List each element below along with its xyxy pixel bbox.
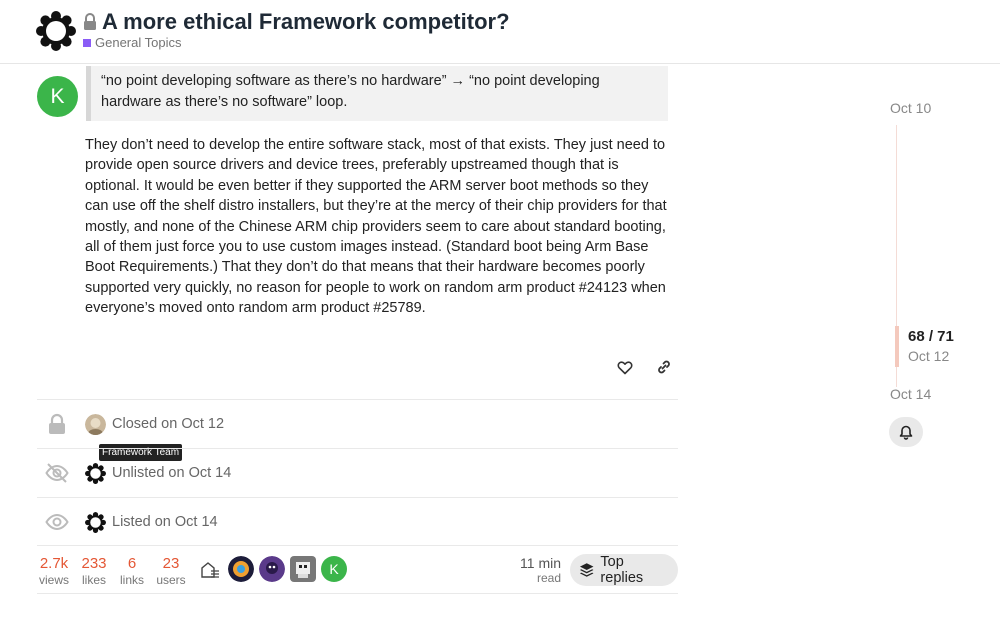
small-action-unlisted: Unlisted on Oct 14 xyxy=(37,448,678,497)
likes-count: 233 xyxy=(81,555,107,572)
small-action-text: Listed on Oct 14 xyxy=(112,514,218,530)
avatar-initial: K xyxy=(50,84,65,108)
links-count: 6 xyxy=(127,555,137,572)
avatar-initial: K xyxy=(329,561,339,577)
post-body: They don’t need to develop the entire so… xyxy=(85,137,667,317)
topic-header: A more ethical Framework competitor? Gen… xyxy=(0,0,1000,64)
timeline-end-date[interactable]: Oct 14 xyxy=(890,386,931,402)
likes-label: likes xyxy=(81,573,106,587)
lock-icon xyxy=(49,413,65,434)
lock-icon xyxy=(84,13,96,30)
stat-views: 2.7k views xyxy=(37,555,71,587)
top-replies-label: Top replies xyxy=(600,554,644,586)
small-action-text: Unlisted on Oct 14 xyxy=(112,465,232,481)
participants: K xyxy=(197,556,352,582)
avatar[interactable] xyxy=(197,556,223,582)
bell-icon xyxy=(899,425,913,440)
stat-links[interactable]: 6 links xyxy=(117,555,147,587)
category-label: General Topics xyxy=(95,35,182,50)
read-time: 11 min read xyxy=(519,555,561,585)
link-icon xyxy=(658,360,670,374)
avatar[interactable] xyxy=(85,414,106,435)
links-label: links xyxy=(119,573,144,587)
topic-title[interactable]: A more ethical Framework competitor? xyxy=(102,9,510,35)
views-count: 2.7k xyxy=(39,555,69,572)
avatar[interactable]: K xyxy=(37,76,78,117)
stat-likes: 233 likes xyxy=(79,555,109,587)
small-action-text: Closed on Oct 12 xyxy=(112,416,225,432)
copy-link-button[interactable] xyxy=(653,356,675,378)
post-quote: “no point developing software as there’s… xyxy=(86,66,668,121)
views-label: views xyxy=(38,573,69,587)
topic-summary: 2.7k views 233 likes 6 links 23 users K … xyxy=(37,545,678,594)
small-action-listed: Listed on Oct 14 xyxy=(37,497,678,546)
timeline-handle[interactable] xyxy=(895,326,899,367)
heart-icon xyxy=(617,360,633,374)
eye-icon xyxy=(45,513,69,531)
read-time-value: 11 min xyxy=(520,555,561,571)
users-count: 23 xyxy=(162,555,180,572)
eye-slash-icon xyxy=(45,463,69,483)
timeline-start-date[interactable]: Oct 10 xyxy=(890,100,931,116)
read-time-label: read xyxy=(536,571,561,585)
notifications-button[interactable] xyxy=(889,417,923,447)
avatar[interactable]: K xyxy=(321,556,347,582)
framework-avatar-icon[interactable] xyxy=(85,463,106,484)
users-label: users xyxy=(156,573,186,587)
category-badge[interactable]: General Topics xyxy=(83,35,181,50)
like-button[interactable] xyxy=(614,356,636,378)
timeline-position: 68 / 71 xyxy=(908,328,954,345)
top-replies-button[interactable]: Top replies xyxy=(570,554,678,586)
category-color-icon xyxy=(83,38,91,47)
framework-avatar-icon[interactable] xyxy=(85,512,106,533)
avatar[interactable] xyxy=(228,556,254,582)
avatar[interactable] xyxy=(290,556,316,582)
avatar[interactable] xyxy=(259,556,285,582)
layers-icon xyxy=(579,563,594,577)
timeline-position-date: Oct 12 xyxy=(908,348,950,364)
stat-users[interactable]: 23 users xyxy=(155,555,187,587)
small-action-closed: Closed on Oct 12 xyxy=(37,399,678,448)
framework-logo-icon[interactable] xyxy=(36,11,76,51)
post-actions xyxy=(614,356,675,378)
